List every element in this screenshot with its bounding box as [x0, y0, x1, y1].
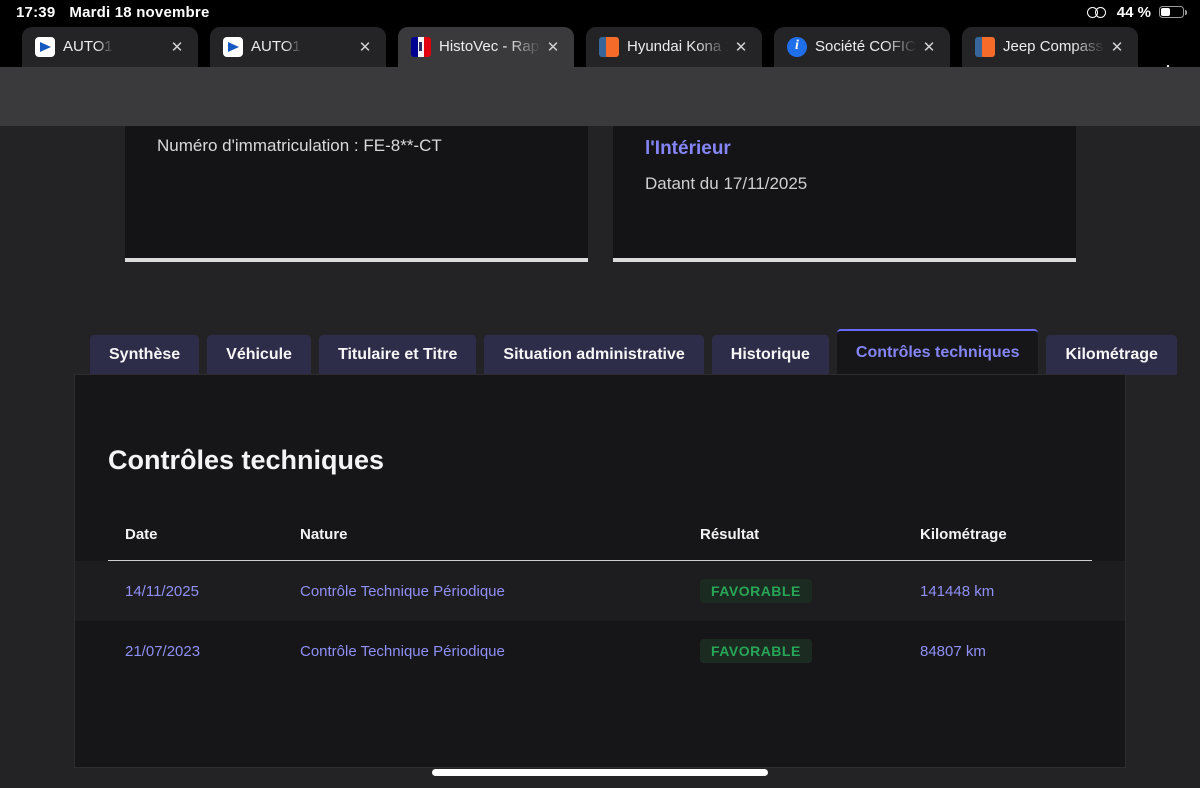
- histovec-page: Numéro d'immatriculation : FE-8**-CT l'I…: [0, 126, 1200, 788]
- tab-title: HistoVec - Rapp: [439, 27, 541, 67]
- browser-tab-4[interactable]: Hyundai Kona 1.6✕: [586, 27, 762, 67]
- section-tab-synth-se[interactable]: Synthèse: [90, 335, 199, 375]
- section-tab-historique[interactable]: Historique: [712, 335, 829, 375]
- result-badge: FAVORABLE: [700, 579, 812, 603]
- report-date: Datant du 17/11/2025: [645, 174, 1044, 194]
- section-tab-kilom-trage[interactable]: Kilométrage: [1046, 335, 1176, 375]
- close-tab-icon[interactable]: ✕: [1102, 27, 1132, 67]
- auto1-favicon-icon: [223, 37, 243, 57]
- section-tab-contr-les-techniques[interactable]: Contrôles techniques: [837, 329, 1039, 375]
- browser-tab-2[interactable]: AUTO1 ✕: [210, 27, 386, 67]
- report-card: l'Intérieur Datant du 17/11/2025: [613, 126, 1076, 262]
- table-body: 14/11/2025Contrôle Technique PériodiqueF…: [75, 561, 1125, 681]
- ct-date: 14/11/2025: [125, 583, 300, 600]
- ct-kilometrage: 141448 km: [920, 583, 1092, 600]
- status-time: 17:39: [16, 4, 55, 21]
- browser-toolbar: histovec.interieur.gouv.fr 6: [0, 67, 1200, 126]
- browser-tab-5[interactable]: Société COFICA✕: [774, 27, 950, 67]
- close-tab-icon[interactable]: ✕: [538, 27, 568, 67]
- panel-heading: Contrôles techniques: [108, 445, 384, 476]
- ct-nature: Contrôle Technique Périodique: [300, 583, 700, 600]
- close-tab-icon[interactable]: ✕: [726, 27, 756, 67]
- tab-title: AUTO1: [251, 27, 301, 67]
- status-date: Mardi 18 novembre: [69, 4, 209, 21]
- column-header-nature: Nature: [300, 526, 700, 543]
- info-blue-favicon-icon: [787, 37, 807, 57]
- column-header-kilom-trage: Kilométrage: [920, 526, 1092, 543]
- browser-tab-1[interactable]: AUTO1 ✕: [22, 27, 198, 67]
- ipad-screen: 17:39 Mardi 18 novembre 44 % + AUTO1✕AUT…: [0, 0, 1200, 788]
- close-tab-icon[interactable]: ✕: [914, 27, 944, 67]
- tab-title: Société COFICA: [815, 27, 917, 67]
- status-bar: 17:39 Mardi 18 novembre 44 %: [0, 0, 1200, 24]
- browser-tab-3[interactable]: HistoVec - Rapp✕: [398, 27, 574, 67]
- auto1-favicon-icon: [35, 37, 55, 57]
- table-header-row: DateNatureRésultatKilométrage: [108, 509, 1092, 561]
- registration-number: Numéro d'immatriculation : FE-8**-CT: [157, 136, 556, 156]
- section-tabs: SynthèseVéhiculeTitulaire et TitreSituat…: [90, 329, 1177, 375]
- battery-percent: 44 %: [1117, 4, 1151, 21]
- tab-title: AUTO1: [63, 27, 113, 67]
- ct-nature: Contrôle Technique Périodique: [300, 643, 700, 660]
- tab-title: Jeep Compass 1: [1003, 27, 1105, 67]
- column-header-date: Date: [125, 526, 300, 543]
- table-row: 14/11/2025Contrôle Technique PériodiqueF…: [75, 561, 1125, 621]
- ct-date: 21/07/2023: [125, 643, 300, 660]
- table-row: 21/07/2023Contrôle Technique PériodiqueF…: [75, 621, 1125, 681]
- column-header-r-sultat: Résultat: [700, 526, 920, 543]
- controles-techniques-panel: Contrôles techniques DateNatureRésultatK…: [75, 375, 1125, 767]
- registration-card: Numéro d'immatriculation : FE-8**-CT: [125, 126, 588, 262]
- browser-tab-strip: + AUTO1✕AUTO1✕HistoVec - Rapp✕Hyundai Ko…: [0, 24, 1200, 67]
- ct-kilometrage: 84807 km: [920, 643, 1092, 660]
- leboncoin-favicon-icon: [599, 37, 619, 57]
- section-tab-titulaire-et-titre[interactable]: Titulaire et Titre: [319, 335, 476, 375]
- browser-tab-6[interactable]: Jeep Compass 1✕: [962, 27, 1138, 67]
- result-badge: FAVORABLE: [700, 639, 812, 663]
- french-flag-favicon-icon: [411, 37, 431, 57]
- section-tab-v-hicule[interactable]: Véhicule: [207, 335, 311, 375]
- close-tab-icon[interactable]: ✕: [162, 27, 192, 67]
- tab-title: Hyundai Kona 1.6: [627, 27, 729, 67]
- battery-icon: [1159, 6, 1184, 18]
- home-indicator[interactable]: [432, 769, 768, 776]
- leboncoin-favicon-icon: [975, 37, 995, 57]
- section-tab-situation-administrative[interactable]: Situation administrative: [484, 335, 703, 375]
- close-tab-icon[interactable]: ✕: [350, 27, 380, 67]
- report-title: l'Intérieur: [645, 138, 1044, 160]
- personal-hotspot-icon: [1087, 6, 1109, 19]
